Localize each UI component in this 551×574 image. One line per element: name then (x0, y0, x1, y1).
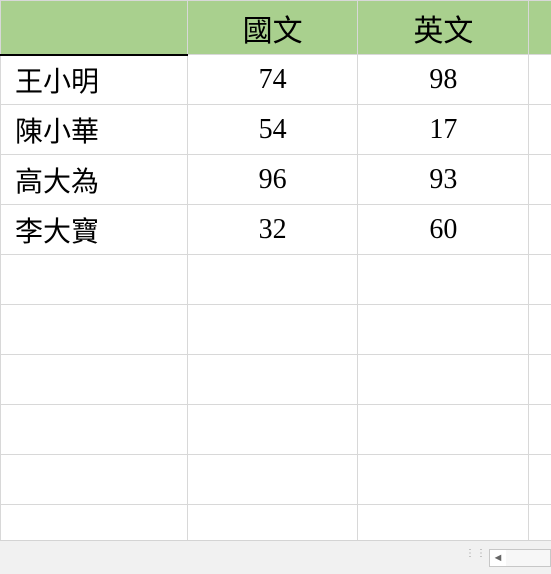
table-row (1, 405, 551, 455)
cell-empty[interactable] (529, 55, 551, 105)
header-row: 國文 英文 (1, 1, 551, 55)
table-row (1, 355, 551, 405)
table-row (1, 305, 551, 355)
table-row: 陳小華 54 17 (1, 105, 551, 155)
header-cell-empty[interactable] (529, 1, 551, 55)
table-row (1, 505, 551, 541)
cell-empty[interactable] (187, 255, 358, 305)
cell-value[interactable]: 54 (187, 105, 358, 155)
horizontal-scrollbar[interactable]: ◄ (489, 549, 551, 567)
cell-value[interactable]: 74 (187, 55, 358, 105)
cell-empty[interactable] (358, 355, 529, 405)
header-cell-english[interactable]: 英文 (358, 1, 529, 55)
cell-empty[interactable] (529, 105, 551, 155)
cell-empty[interactable] (187, 305, 358, 355)
cell-empty[interactable] (187, 405, 358, 455)
header-cell-chinese[interactable]: 國文 (187, 1, 358, 55)
cell-empty[interactable] (358, 255, 529, 305)
table-row (1, 455, 551, 505)
table-row: 李大寶 32 60 (1, 205, 551, 255)
cell-empty[interactable] (187, 355, 358, 405)
cell-value[interactable]: 32 (187, 205, 358, 255)
sheet-tab-splitter-icon[interactable]: ⋮⋮ (465, 551, 487, 556)
cell-name[interactable]: 陳小華 (1, 105, 188, 155)
cell-name[interactable]: 王小明 (1, 55, 188, 105)
table-row: 高大為 96 93 (1, 155, 551, 205)
bottom-bar: ⋮⋮ ◄ (0, 540, 551, 574)
cell-empty[interactable] (1, 505, 188, 541)
scroll-track[interactable] (506, 550, 550, 566)
spreadsheet-grid[interactable]: 國文 英文 王小明 74 98 陳小華 54 17 高大為 96 93 李大寶 … (0, 0, 551, 540)
cell-value[interactable]: 98 (358, 55, 529, 105)
cell-empty[interactable] (1, 355, 188, 405)
cell-empty[interactable] (1, 305, 188, 355)
cell-empty[interactable] (1, 405, 188, 455)
cell-value[interactable]: 93 (358, 155, 529, 205)
cell-empty[interactable] (358, 305, 529, 355)
data-table: 國文 英文 王小明 74 98 陳小華 54 17 高大為 96 93 李大寶 … (0, 0, 551, 540)
header-cell-blank[interactable] (1, 1, 188, 55)
cell-empty[interactable] (529, 455, 551, 505)
cell-empty[interactable] (358, 405, 529, 455)
cell-empty[interactable] (187, 505, 358, 541)
cell-empty[interactable] (529, 305, 551, 355)
cell-value[interactable]: 17 (358, 105, 529, 155)
scroll-left-icon[interactable]: ◄ (490, 552, 506, 564)
cell-empty[interactable] (529, 505, 551, 541)
cell-empty[interactable] (529, 355, 551, 405)
cell-empty[interactable] (529, 205, 551, 255)
cell-empty[interactable] (358, 505, 529, 541)
table-row: 王小明 74 98 (1, 55, 551, 105)
cell-empty[interactable] (1, 455, 188, 505)
cell-value[interactable]: 96 (187, 155, 358, 205)
table-row (1, 255, 551, 305)
cell-empty[interactable] (187, 455, 358, 505)
cell-empty[interactable] (358, 455, 529, 505)
cell-name[interactable]: 高大為 (1, 155, 188, 205)
cell-empty[interactable] (529, 255, 551, 305)
cell-value[interactable]: 60 (358, 205, 529, 255)
cell-empty[interactable] (529, 405, 551, 455)
cell-empty[interactable] (1, 255, 188, 305)
cell-name[interactable]: 李大寶 (1, 205, 188, 255)
cell-empty[interactable] (529, 155, 551, 205)
